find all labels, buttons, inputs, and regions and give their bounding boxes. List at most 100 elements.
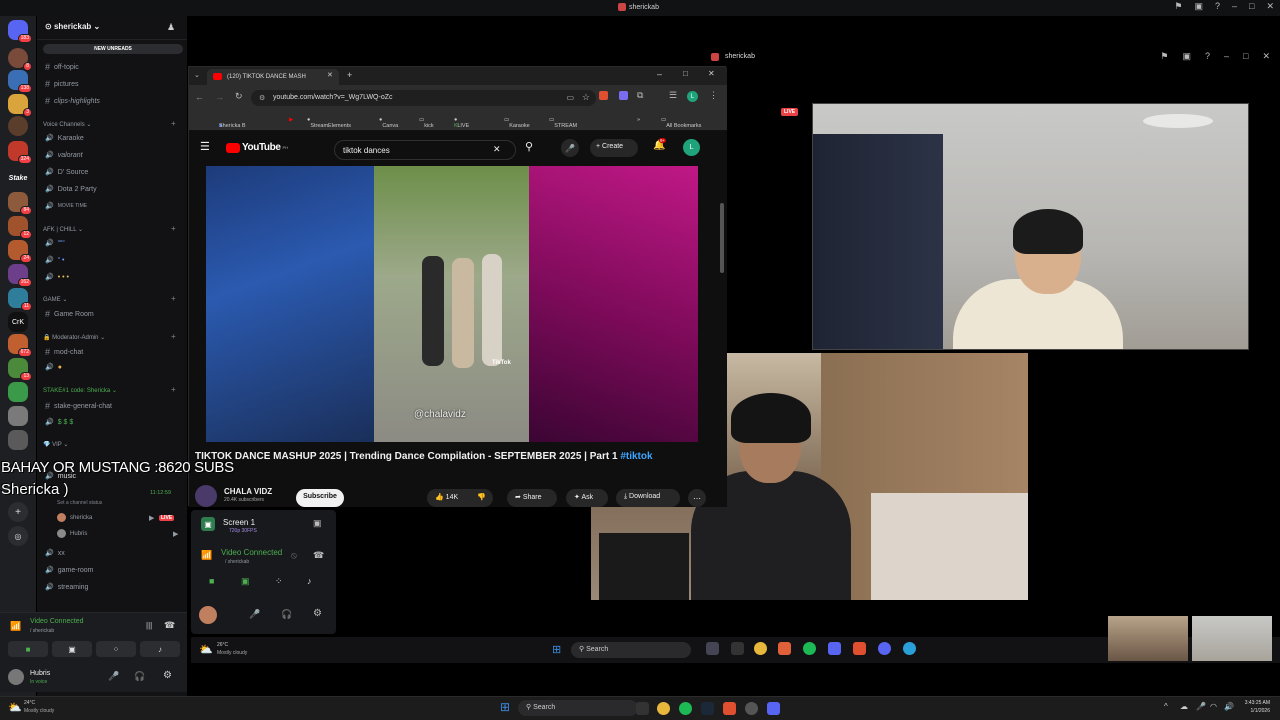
activities-button[interactable]: ⁘ xyxy=(96,641,136,657)
download-button[interactable]: ⤓ Download xyxy=(616,489,680,507)
tray-overflow-icon[interactable]: ^ xyxy=(1164,702,1168,711)
taskbar-app-icon[interactable] xyxy=(731,642,744,655)
voice-channel[interactable]: 🔊 D' Source xyxy=(45,168,88,177)
extension-icon[interactable] xyxy=(599,91,608,100)
add-server-icon[interactable]: + xyxy=(8,502,28,522)
server-icon[interactable]: 13 xyxy=(8,358,32,381)
help-icon[interactable]: ? xyxy=(1215,1,1220,12)
channel-pictures[interactable]: # pictures xyxy=(45,79,79,89)
channel-name[interactable]: CHALA VIDZ xyxy=(224,487,272,496)
extension-icon[interactable] xyxy=(619,91,628,100)
add-channel-icon[interactable]: + xyxy=(171,385,176,394)
steam-icon[interactable] xyxy=(701,702,714,715)
browser-tab[interactable]: (120) TIKTOK DANCE MASH xyxy=(207,69,339,85)
category-game[interactable]: GAME ⌄ xyxy=(43,296,67,303)
microphone-icon[interactable]: 🎤 xyxy=(1196,702,1206,711)
taskbar-app-icon[interactable] xyxy=(853,642,866,655)
close-window-button[interactable]: ✕ xyxy=(708,69,715,78)
server-icon[interactable] xyxy=(8,406,28,426)
spotify-icon[interactable] xyxy=(803,642,816,655)
noise-icon[interactable]: ||| xyxy=(146,621,152,630)
dislike-button[interactable]: 👎 xyxy=(477,493,486,501)
clock-date[interactable]: 1/1/2026 xyxy=(1238,708,1270,714)
flag-icon[interactable]: ⚑ xyxy=(1160,51,1168,62)
category-stake[interactable]: STAKE#1 code: Shericka ⌄ xyxy=(43,387,117,394)
extensions-puzzle-icon[interactable]: ⧉ xyxy=(637,90,643,101)
stake-server-icon[interactable]: Stake xyxy=(8,168,28,188)
youtube-logo[interactable]: YouTube PH xyxy=(226,142,288,153)
discord-icon[interactable] xyxy=(767,702,780,715)
minimize-button[interactable]: – xyxy=(1224,51,1229,62)
account-avatar[interactable]: L xyxy=(683,139,700,156)
search-input[interactable]: tiktok dances ✕ xyxy=(334,140,516,160)
all-bookmarks[interactable]: ▭ All Bookmarks xyxy=(661,117,701,129)
voice-channel-streaming[interactable]: 🔊 streaming xyxy=(45,583,88,592)
soundboard-button[interactable]: ♪ xyxy=(307,576,312,586)
telegram-icon[interactable] xyxy=(903,642,916,655)
disconnect-icon[interactable]: ☎ xyxy=(313,550,324,561)
bookmark-kick[interactable]: ▭ kick xyxy=(419,117,434,129)
chrome-icon[interactable] xyxy=(754,642,767,655)
activities-button[interactable]: ⁘ xyxy=(275,576,283,587)
close-button[interactable]: ✕ xyxy=(1262,51,1270,62)
server-icon[interactable]: 12 xyxy=(8,216,32,239)
camera-button[interactable]: ■ xyxy=(8,641,48,657)
profile-avatar[interactable]: L xyxy=(687,91,698,102)
category-voice[interactable]: Voice Channels ⌄ xyxy=(43,121,91,128)
minimize-button[interactable]: – xyxy=(657,69,662,79)
server-icon[interactable]: 8 xyxy=(8,48,32,71)
crk-server-icon[interactable]: CrK xyxy=(8,312,28,332)
server-icon[interactable]: 672 xyxy=(8,334,32,357)
maximize-button[interactable]: □ xyxy=(1243,51,1248,62)
bookmark-stream[interactable]: ▭ STREAM xyxy=(549,117,577,129)
chrome-icon[interactable] xyxy=(657,702,670,715)
close-button[interactable]: ✕ xyxy=(1266,1,1274,12)
start-icon[interactable]: ⊞ xyxy=(500,700,510,714)
discord-icon[interactable] xyxy=(828,642,841,655)
reload-icon[interactable]: ↻ xyxy=(235,91,243,102)
voice-channel[interactable]: 🔊 Karaoke xyxy=(45,134,84,143)
create-button[interactable]: + Create xyxy=(590,139,638,157)
new-unreads-pill[interactable]: NEW UNREADS xyxy=(43,44,183,54)
maximize-button[interactable]: □ xyxy=(683,69,688,78)
wifi-icon[interactable]: ◠ xyxy=(1210,702,1217,711)
taskbar-app-icon[interactable] xyxy=(636,702,649,715)
server-icon[interactable]: 138 xyxy=(8,70,32,93)
server-icon[interactable]: 162 xyxy=(8,264,32,287)
spotify-icon[interactable] xyxy=(679,702,692,715)
server-icon[interactable]: 84 xyxy=(8,192,32,215)
participant-thumbnail[interactable] xyxy=(1192,616,1272,661)
server-icon[interactable]: 324 xyxy=(8,141,32,164)
channel-off-topic[interactable]: # off-topic xyxy=(45,62,79,72)
server-icon[interactable]: 24 xyxy=(8,240,32,263)
headphones-icon[interactable]: 🎧 xyxy=(281,609,292,620)
clear-search-icon[interactable]: ✕ xyxy=(493,144,501,155)
taskbar-app-icon[interactable] xyxy=(878,642,891,655)
scrollbar[interactable] xyxy=(720,203,724,273)
help-icon[interactable]: ? xyxy=(1205,51,1210,62)
add-channel-icon[interactable]: + xyxy=(171,119,176,128)
microphone-icon[interactable]: 🎤 xyxy=(249,609,260,620)
bookmark-streamelements[interactable]: ● StreamElements xyxy=(307,117,351,129)
maximize-button[interactable]: □ xyxy=(1249,1,1254,12)
new-tab-icon[interactable]: + xyxy=(347,70,352,80)
participant-thumbnail[interactable] xyxy=(1108,616,1188,661)
noise-icon[interactable]: ⦸ xyxy=(291,550,297,561)
direct-messages-button[interactable]: 183 xyxy=(8,20,32,43)
avatar[interactable] xyxy=(8,669,24,685)
settings-icon[interactable]: ⚙ xyxy=(163,670,172,681)
disconnect-icon[interactable]: ☎ xyxy=(164,620,175,631)
soundboard-button[interactable]: ♪ xyxy=(140,641,180,657)
screen-icon[interactable]: ▣ xyxy=(1182,51,1191,62)
bookmark-youtube[interactable]: ▶ xyxy=(289,117,293,123)
clock-time[interactable]: 3:43:25 AM xyxy=(1238,700,1270,706)
channel-stake-general-chat[interactable]: # stake-general-chat xyxy=(45,401,112,411)
screen-share-button[interactable]: ▣ xyxy=(52,641,92,657)
add-channel-icon[interactable]: + xyxy=(171,294,176,303)
bookmark-star-icon[interactable]: ☆ xyxy=(582,92,590,103)
tab-search-icon[interactable]: ⌄ xyxy=(194,71,200,79)
channel-avatar[interactable] xyxy=(195,485,217,507)
subscribe-button[interactable]: Subscribe xyxy=(296,489,344,507)
screen-icon[interactable]: ▣ xyxy=(1194,1,1203,12)
voice-channel[interactable]: 🔊 • • • xyxy=(45,273,69,282)
